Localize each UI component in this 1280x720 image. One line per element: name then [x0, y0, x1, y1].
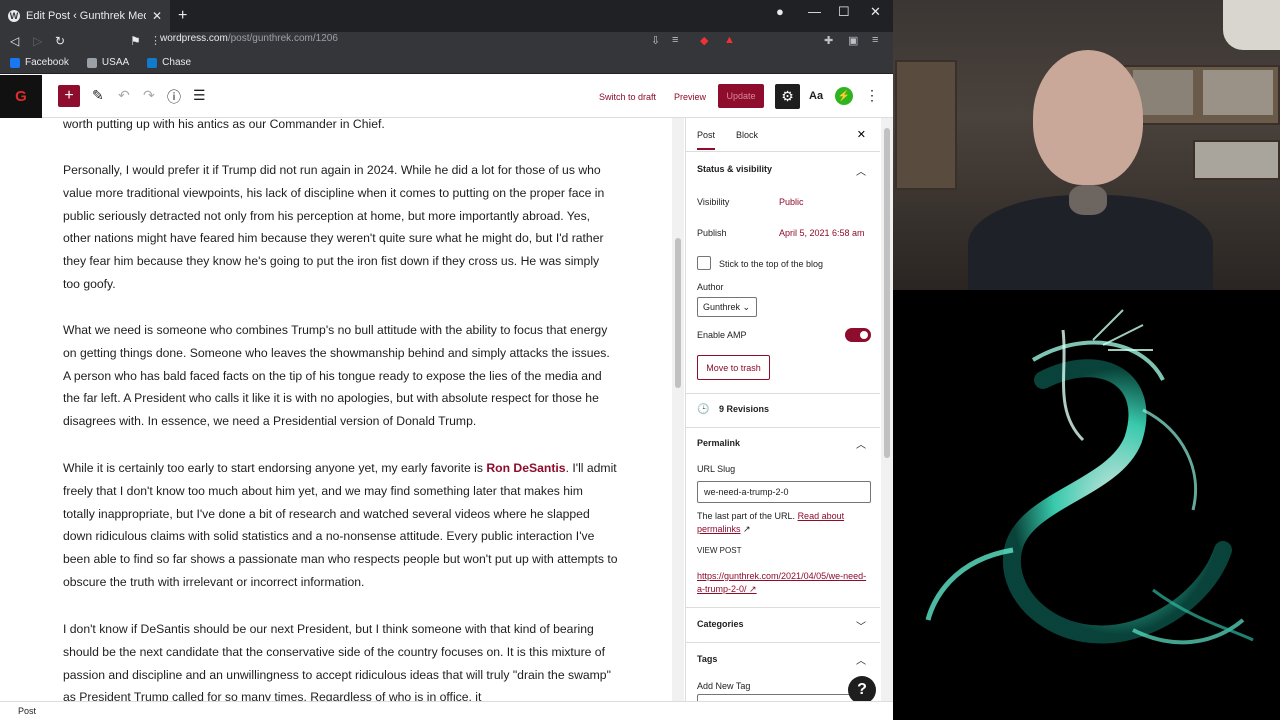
- extensions-icon[interactable]: ✚: [824, 34, 833, 47]
- visibility-value[interactable]: Public: [779, 197, 804, 207]
- url-input[interactable]: wordpress.com/post/gunthrek.com/1206: [160, 33, 338, 44]
- desantis-link[interactable]: Ron DeSantis: [486, 461, 565, 475]
- paragraph-block[interactable]: I don't know if DeSantis should be our n…: [63, 618, 618, 701]
- switch-to-draft-button[interactable]: Switch to draft: [599, 92, 656, 102]
- add-tag-label: Add New Tag: [697, 681, 751, 691]
- browser-tab[interactable]: W Edit Post ‹ Gunthrek Media — W ✕: [0, 0, 170, 32]
- settings-gear-icon[interactable]: ⚙: [775, 84, 800, 109]
- add-block-button[interactable]: +: [58, 85, 80, 107]
- publish-label: Publish: [697, 228, 727, 238]
- sidebar-tabs: Post Block ✕: [686, 118, 880, 152]
- maximize-icon[interactable]: ☐: [838, 4, 850, 20]
- tab-block[interactable]: Block: [736, 130, 758, 140]
- tab-strip: W Edit Post ‹ Gunthrek Media — W ✕ + ● —…: [0, 0, 893, 32]
- reader-icon[interactable]: ≡: [672, 34, 678, 46]
- paragraph-block[interactable]: What we need is someone who combines Tru…: [63, 319, 618, 433]
- install-icon[interactable]: ⇩: [651, 34, 660, 47]
- url-slug-input[interactable]: we-need-a-trump-2-0: [697, 481, 871, 503]
- revisions-icon: 🕒: [697, 404, 710, 415]
- author-label: Author: [697, 282, 724, 292]
- visibility-label: Visibility: [697, 197, 730, 207]
- brave-shield-icon[interactable]: ◆: [700, 34, 708, 47]
- add-tag-input[interactable]: [697, 694, 871, 701]
- view-post-link[interactable]: https://gunthrek.com/2021/04/05/we-need-…: [697, 570, 867, 596]
- new-tab-icon[interactable]: +: [178, 7, 187, 25]
- help-icon[interactable]: ?: [848, 676, 876, 704]
- bookmark-facebook[interactable]: Facebook: [10, 57, 69, 68]
- list-view-icon[interactable]: ☰: [193, 87, 206, 104]
- content-scrollbar[interactable]: [672, 118, 684, 701]
- permalink-toggle[interactable]: Permalink: [697, 438, 740, 448]
- url-slug-label: URL Slug: [697, 464, 736, 474]
- facebook-icon: [10, 57, 20, 68]
- chase-icon: [147, 57, 158, 68]
- edit-tool-icon[interactable]: ✎: [92, 87, 104, 104]
- site-logo[interactable]: G: [0, 75, 42, 118]
- tags-toggle[interactable]: Tags: [697, 654, 717, 664]
- usaa-icon: [86, 57, 97, 68]
- bookmark-usaa[interactable]: USAA: [86, 57, 129, 68]
- editor-header: G + ✎ ↶ ↷ ⓘ ☰ Switch to draft Preview Up…: [0, 75, 893, 118]
- typography-button[interactable]: Aa: [809, 90, 823, 102]
- amp-toggle[interactable]: [845, 328, 871, 342]
- redo-icon[interactable]: ↷: [143, 87, 155, 104]
- amp-label: Enable AMP: [697, 330, 747, 340]
- bookmark-chase[interactable]: Chase: [147, 57, 191, 68]
- sticky-label: Stick to the top of the blog: [719, 259, 824, 269]
- rewards-icon[interactable]: ▲: [724, 34, 735, 46]
- tab-title: Edit Post ‹ Gunthrek Media — W: [26, 10, 146, 22]
- profile-icon[interactable]: ●: [776, 4, 784, 19]
- sticky-checkbox[interactable]: [697, 256, 711, 270]
- forward-icon[interactable]: ▷: [33, 34, 42, 48]
- block-breadcrumb: Post: [0, 701, 893, 720]
- menu-icon[interactable]: ≡: [872, 34, 878, 46]
- minimize-icon[interactable]: —: [808, 4, 821, 19]
- jetpack-icon[interactable]: ⚡: [835, 87, 853, 105]
- close-sidebar-icon[interactable]: ✕: [857, 128, 866, 141]
- tab-post[interactable]: Post: [697, 130, 716, 150]
- chevron-down-icon[interactable]: ﹀: [856, 618, 866, 633]
- wallet-icon[interactable]: ▣: [848, 34, 858, 47]
- post-content[interactable]: worth putting up with his antics as our …: [0, 118, 672, 701]
- person-head: [1033, 50, 1143, 185]
- bookmarks-bar: Facebook USAA Chase: [0, 52, 893, 74]
- dragon-icon: [925, 309, 1254, 645]
- update-button[interactable]: Update: [718, 84, 764, 108]
- external-link-icon: ↗: [749, 584, 757, 594]
- person-beard: [1069, 185, 1107, 215]
- move-to-trash-button[interactable]: Move to trash: [697, 355, 770, 380]
- publish-date[interactable]: April 5, 2021 6:58 am: [779, 228, 865, 238]
- status-visibility-toggle[interactable]: Status & visibility: [697, 164, 772, 174]
- browser-window: W Edit Post ‹ Gunthrek Media — W ✕ + ● —…: [0, 0, 893, 720]
- reload-icon[interactable]: ↻: [55, 34, 65, 48]
- window-close-icon[interactable]: ✕: [870, 4, 881, 20]
- wordpress-icon: W: [8, 10, 20, 22]
- info-icon[interactable]: ⓘ: [167, 87, 181, 107]
- close-icon[interactable]: ✕: [152, 9, 162, 23]
- categories-toggle[interactable]: Categories: [697, 619, 744, 629]
- external-link-icon: ↗: [743, 524, 751, 534]
- paragraph-block[interactable]: Personally, I would prefer it if Trump d…: [63, 159, 618, 296]
- chevron-up-icon[interactable]: ︿: [856, 436, 866, 451]
- view-post-label: VIEW POST: [697, 546, 742, 555]
- undo-icon[interactable]: ↶: [118, 87, 130, 104]
- paragraph-block[interactable]: While it is certainly too early to start…: [63, 457, 618, 594]
- sidebar-scrollbar[interactable]: [881, 118, 893, 701]
- more-options-icon[interactable]: ⋮: [865, 87, 879, 104]
- bookmark-icon[interactable]: ⚑: [130, 34, 141, 48]
- author-select[interactable]: Gunthrek ⌄: [697, 297, 757, 317]
- back-icon[interactable]: ◁: [10, 34, 19, 48]
- chevron-down-icon: ⌄: [742, 302, 751, 312]
- preview-button[interactable]: Preview: [674, 92, 706, 102]
- revisions-link[interactable]: 9 Revisions: [719, 404, 769, 414]
- chevron-up-icon[interactable]: ︿: [856, 163, 866, 178]
- slug-help: The last part of the URL. Read about per…: [697, 511, 845, 534]
- settings-sidebar: Post Block ✕ Status & visibility ︿ Visib…: [685, 118, 880, 701]
- webcam-video: [893, 0, 1280, 290]
- chevron-up-icon[interactable]: ︿: [856, 652, 866, 667]
- breadcrumb-post[interactable]: Post: [18, 706, 36, 716]
- paragraph-block[interactable]: worth putting up with his antics as our …: [63, 118, 618, 136]
- address-bar: ◁ ▷ ↻ ⚑ ⋮ wordpress.com/post/gunthrek.co…: [0, 32, 893, 52]
- kali-dragon-wallpaper: [893, 290, 1280, 720]
